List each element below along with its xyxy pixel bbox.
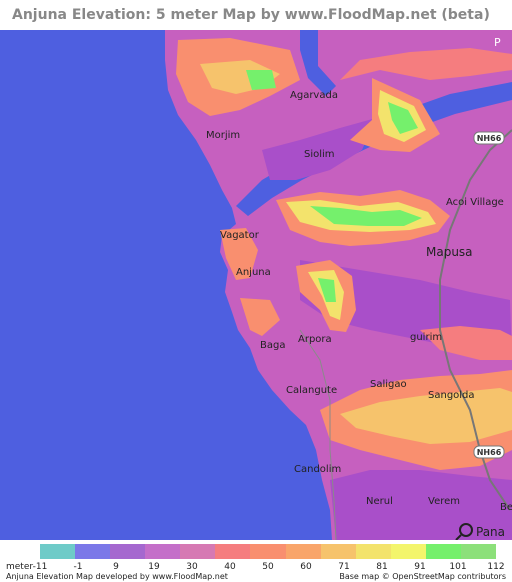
legend-swatch: [355, 544, 391, 559]
legend-swatch: [460, 544, 497, 559]
legend-tick-label: 19: [148, 562, 160, 572]
place-agarvada: Agarvada: [290, 90, 338, 101]
legend-tick-label: 112: [487, 562, 505, 572]
place-sangolda: Sangolda: [428, 390, 475, 401]
legend-tick-label: 101: [449, 562, 467, 572]
page-title: Anjuna Elevation: 5 meter Map by www.Flo…: [0, 0, 512, 30]
legend-swatch: [425, 544, 461, 559]
place-saligao: Saligao: [370, 379, 407, 390]
svg-text:NH66: NH66: [477, 448, 502, 457]
legend-tick-label: 40: [224, 562, 236, 572]
legend-swatch: [75, 544, 111, 559]
footer-credit: Anjuna Elevation Map developed by www.Fl…: [6, 572, 228, 581]
place-mapusa: Mapusa: [426, 245, 473, 259]
corner-label-top: P: [494, 36, 501, 49]
place-calangute: Calangute: [286, 385, 337, 396]
legend-tick-label: -11: [32, 562, 48, 572]
place-nerul: Nerul: [366, 496, 393, 507]
place-baga: Baga: [260, 340, 285, 351]
legend-swatch: [145, 544, 181, 559]
elevation-map[interactable]: NH66 NH66 Agarvada Morjim Siolim Acoi Vi…: [0, 30, 512, 540]
place-acoi-village: Acoi Village: [446, 197, 504, 208]
legend-swatch: [40, 544, 76, 559]
legend-tick-label: 50: [262, 562, 274, 572]
legend-tick-label: 9: [113, 562, 119, 572]
legend-swatch: [320, 544, 356, 559]
legend-swatch: [390, 544, 426, 559]
legend-swatch: [110, 544, 146, 559]
footer-attribution: Base map © OpenStreetMap contributors: [339, 572, 506, 581]
legend-color-bar: [40, 544, 497, 559]
legend-swatch: [180, 544, 216, 559]
place-candolim: Candolim: [294, 464, 341, 475]
map-canvas: NH66 NH66 Agarvada Morjim Siolim Acoi Vi…: [0, 30, 512, 540]
place-anjuna: Anjuna: [236, 267, 271, 278]
legend-swatch: [215, 544, 251, 559]
place-verem: Verem: [428, 496, 460, 507]
place-morjim: Morjim: [206, 130, 240, 141]
legend-tick-label: 30: [186, 562, 198, 572]
corner-label-edge: Be: [500, 502, 512, 513]
road-shield-nh66-north: NH66: [473, 131, 505, 145]
place-vagator: Vagator: [220, 230, 260, 241]
legend-tick-label: -1: [73, 562, 83, 572]
road-shield-nh66-south: NH66: [473, 445, 505, 459]
footer: Anjuna Elevation Map developed by www.Fl…: [0, 572, 512, 582]
legend-tick-label: 71: [338, 562, 350, 572]
legend-tick-label: 91: [414, 562, 426, 572]
corner-label-bottom: Pana: [476, 525, 505, 539]
place-guirim: guirim: [410, 332, 442, 343]
place-siolim: Siolim: [304, 149, 335, 160]
legend-swatch: [285, 544, 321, 559]
place-arpora: Arpora: [298, 334, 332, 345]
svg-text:NH66: NH66: [477, 134, 502, 143]
legend-tick-label: 81: [376, 562, 388, 572]
legend-tick-label: 60: [300, 562, 312, 572]
legend-swatch: [250, 544, 286, 559]
